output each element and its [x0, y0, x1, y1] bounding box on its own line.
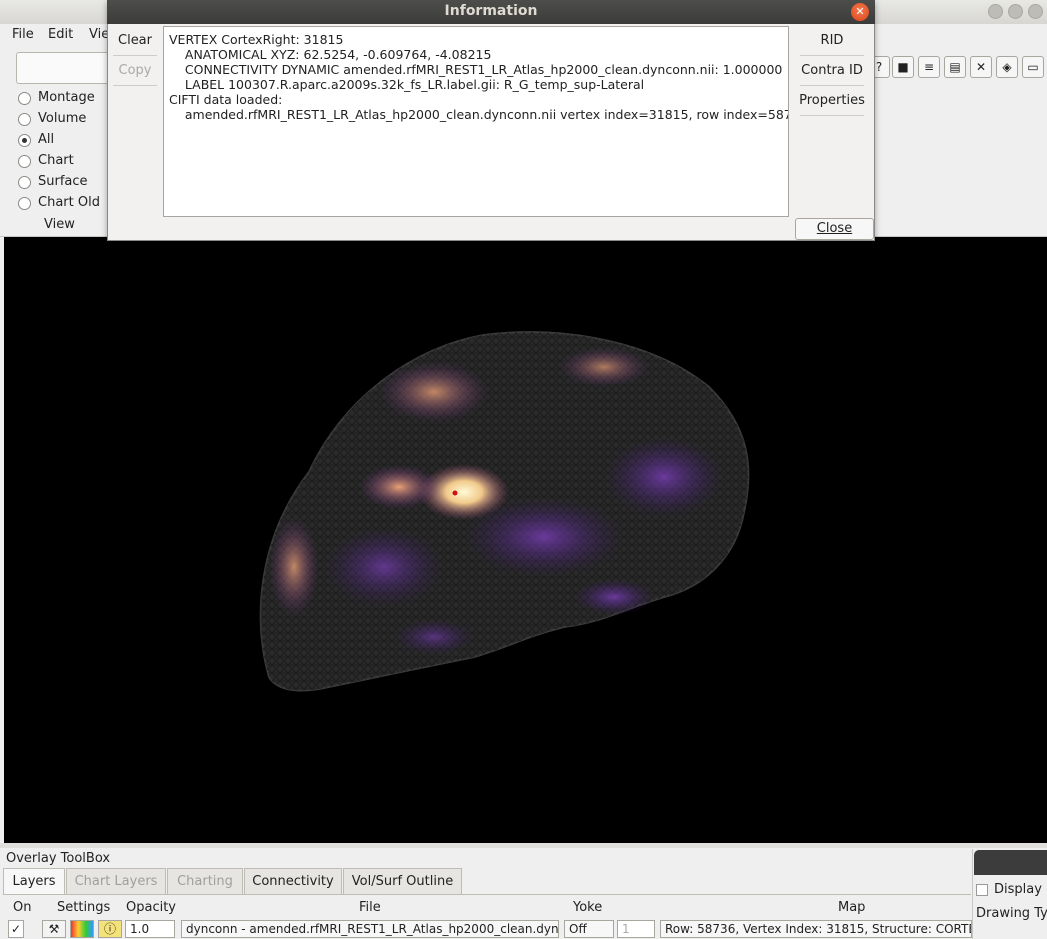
radio-label-chart: Chart	[38, 153, 74, 168]
radio-label-surface: Surface	[38, 174, 88, 189]
info-icon[interactable]: ⓘ	[98, 920, 122, 938]
window-close-button[interactable]	[1028, 4, 1043, 19]
col-header-file: File	[359, 900, 381, 915]
info-line: CONNECTIVITY DYNAMIC amended.rfMRI_REST1…	[169, 62, 783, 77]
tools-icon[interactable]: ✕	[970, 56, 992, 78]
movie-camera-icon[interactable]: ■	[892, 56, 914, 78]
button-separator	[800, 85, 864, 86]
radio-montage[interactable]	[18, 92, 31, 105]
radio-label-montage: Montage	[38, 90, 95, 105]
dialog-close-icon[interactable]: ✕	[851, 3, 869, 21]
minimize-button[interactable]	[988, 4, 1003, 19]
close-button[interactable]: Close	[795, 218, 874, 240]
clear-button[interactable]: Clear	[113, 33, 157, 48]
clapperboard-icon[interactable]: ▤	[944, 56, 966, 78]
file-select[interactable]: dynconn - amended.rfMRI_REST1_LR_Atlas_h…	[181, 920, 559, 938]
opacity-spinbox[interactable]: 1.0	[125, 920, 175, 938]
copy-button[interactable]: Copy	[113, 63, 157, 78]
drawing-type-label: Drawing Typ	[976, 906, 1047, 921]
tab-vol-surf-outline[interactable]: Vol/Surf Outline	[343, 868, 462, 894]
display-checkbox[interactable]	[976, 884, 988, 896]
view-group-label: View	[44, 217, 75, 232]
graphics-viewport[interactable]	[4, 237, 1047, 843]
tab-selector[interactable]	[16, 52, 112, 84]
dialog-title: Information	[107, 0, 875, 24]
yoke-select[interactable]: Off	[564, 920, 614, 938]
selected-vertex-marker	[452, 490, 458, 496]
contra-id-button[interactable]: Contra ID	[795, 63, 869, 78]
radio-label-volume: Volume	[38, 111, 87, 126]
maximize-button[interactable]	[1008, 4, 1023, 19]
col-header-settings: Settings	[57, 900, 111, 915]
info-line: ANATOMICAL XYZ: 62.5254, -0.609764, -4.0…	[169, 47, 492, 62]
tab-chart-layers[interactable]: Chart Layers	[66, 868, 166, 894]
radio-chart[interactable]	[18, 155, 31, 168]
col-header-yoke: Yoke	[573, 900, 603, 915]
properties-button[interactable]: Properties	[795, 93, 869, 108]
radio-label-all: All	[38, 132, 55, 147]
tab-divider	[3, 894, 971, 895]
overlay-toolbox-title: Overlay ToolBox	[6, 851, 111, 866]
palette-icon[interactable]	[70, 920, 94, 938]
tab-layers[interactable]: Layers	[3, 868, 65, 895]
button-separator	[113, 55, 157, 56]
col-header-on: On	[13, 900, 32, 915]
map-select[interactable]: Row: 58736, Vertex Index: 31815, Structu…	[660, 920, 972, 938]
radio-label-chart-old: Chart Old	[38, 195, 100, 210]
radio-volume[interactable]	[18, 113, 31, 126]
toolbox-icon[interactable]: ▭	[1022, 56, 1044, 78]
side-panel-titlebar	[974, 850, 1047, 875]
radio-surface[interactable]	[18, 176, 31, 189]
button-separator	[800, 55, 864, 56]
map-index-spinbox[interactable]: 1	[617, 920, 655, 938]
col-header-map: Map	[838, 900, 866, 915]
button-separator	[113, 85, 157, 86]
layers-icon[interactable]: ◈	[996, 56, 1018, 78]
col-header-opacity: Opacity	[126, 900, 177, 915]
tab-connectivity[interactable]: Connectivity	[244, 868, 342, 894]
info-line: LABEL 100307.R.aparc.a2009s.32k_fs_LR.la…	[169, 77, 645, 92]
radio-chart-old[interactable]	[18, 197, 31, 210]
menu-edit[interactable]: Edit	[48, 27, 73, 42]
radio-all[interactable]	[18, 134, 31, 147]
tab-charting[interactable]: Charting	[167, 868, 243, 894]
info-line: amended.rfMRI_REST1_LR_Atlas_hp2000_clea…	[169, 107, 789, 122]
menu-file[interactable]: File	[12, 27, 34, 42]
button-separator	[800, 115, 864, 116]
wrench-icon[interactable]: ⚒	[42, 920, 66, 938]
info-text-area[interactable]: VERTEX CortexRight: 31815 ANATOMICAL XYZ…	[163, 26, 789, 217]
rid-button[interactable]: RID	[795, 33, 869, 48]
brain-surface-render	[259, 331, 750, 692]
scroll-icon[interactable]: ≡	[918, 56, 940, 78]
display-label: Display N	[994, 882, 1047, 897]
info-line: CIFTI data loaded:	[169, 92, 283, 107]
layer-on-checkbox[interactable]: ✓	[8, 920, 24, 938]
info-line: VERTEX CortexRight: 31815	[169, 32, 344, 47]
